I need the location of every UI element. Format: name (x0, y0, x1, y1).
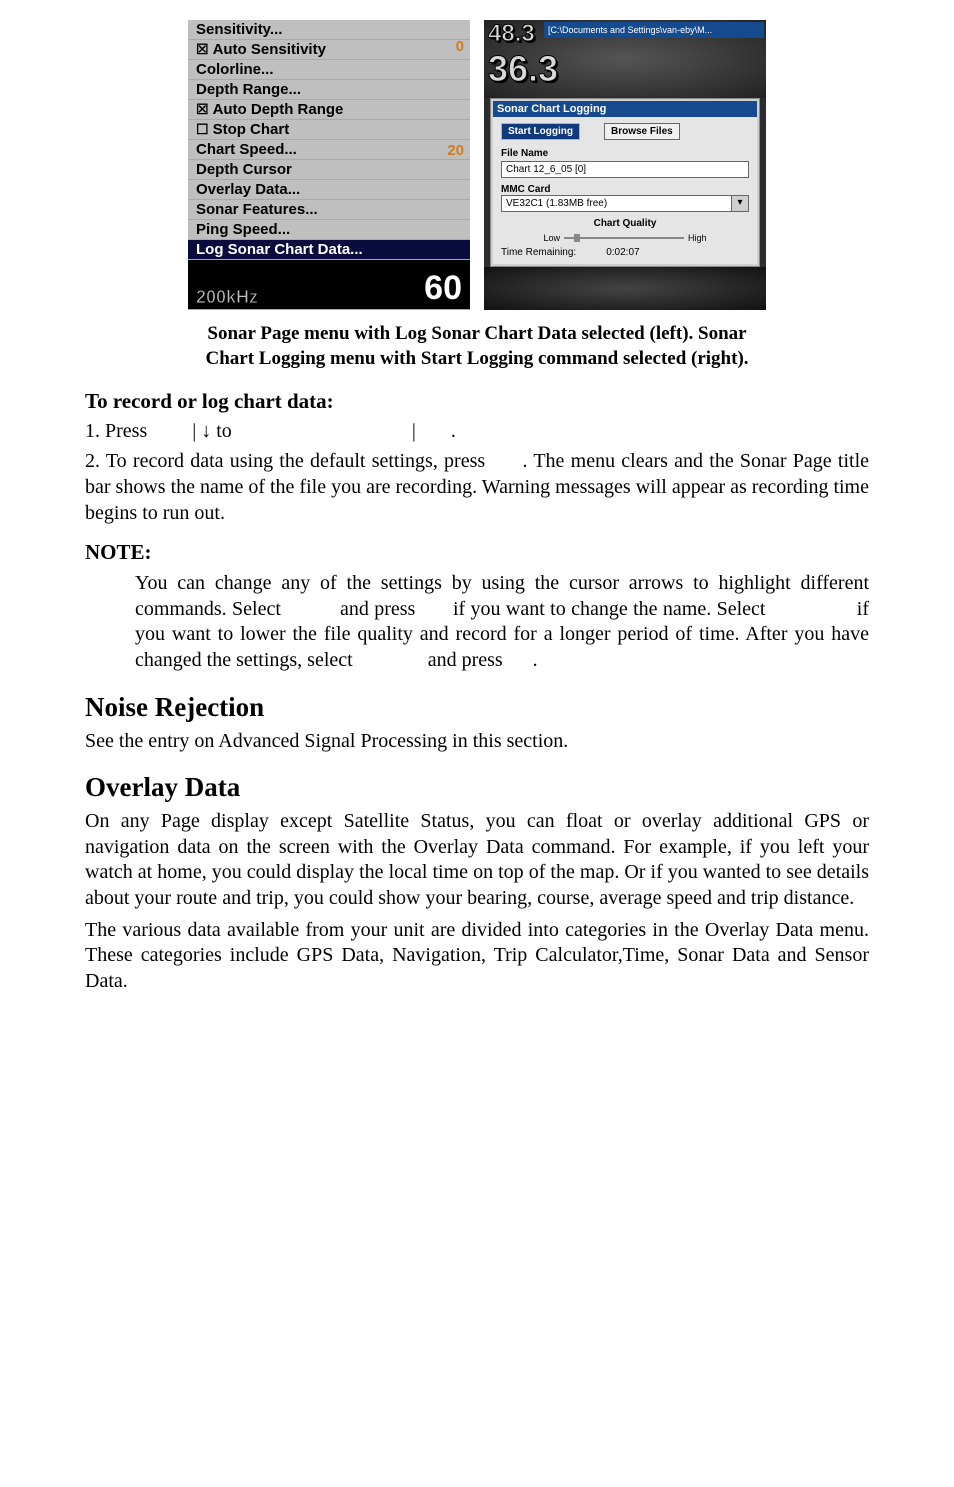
dropdown-arrow-icon[interactable]: ▾ (732, 195, 749, 212)
menu-item-sensitivity[interactable]: Sensitivity... (188, 20, 470, 40)
heading-noise-rejection: Noise Rejection (85, 692, 869, 723)
readout-zero: 0 (456, 38, 464, 55)
paragraph-overlay-2: The various data available from your uni… (85, 918, 869, 995)
menu-item-stop-chart[interactable]: Stop Chart (188, 120, 470, 140)
menu-item-chart-speed[interactable]: Chart Speed...20 (188, 140, 470, 160)
start-logging-button[interactable]: Start Logging (501, 123, 580, 140)
menu-item-overlay-data[interactable]: Overlay Data... (188, 180, 470, 200)
heading-to-record: To record or log chart data: (85, 389, 869, 414)
figure-caption: Sonar Page menu with Log Sonar Chart Dat… (115, 322, 839, 371)
sonar-page-menu: Sensitivity... Auto Sensitivity0 Colorli… (188, 20, 470, 310)
menu-item-depth-range[interactable]: Depth Range... (188, 80, 470, 100)
reading-363: 36.3 (488, 48, 558, 90)
time-remaining-label: Time Remaining: (501, 247, 576, 258)
menu-item-depth-cursor[interactable]: Depth Cursor (188, 160, 470, 180)
sonar-chart-logging-dialog: Sonar Chart Logging Start Logging Browse… (490, 98, 760, 267)
chart-quality-label: Chart Quality (501, 218, 749, 229)
menu-item-auto-sensitivity[interactable]: Auto Sensitivity0 (188, 40, 470, 60)
slider-high-label: High (688, 233, 707, 243)
menu-item-ping-speed[interactable]: Ping Speed... (188, 220, 470, 240)
sonar-bottom-bar: 200kHz 60 (188, 260, 470, 310)
step-1: 1. Press | ↓ to | . (85, 420, 869, 443)
slider-low-label: Low (543, 233, 560, 243)
sonar-background-bottom (484, 267, 766, 310)
menu-item-log-sonar-chart-data[interactable]: Log Sonar Chart Data... (188, 240, 470, 260)
sonar-logging-screenshot: [C:\Documents and Settings\van-eby\M... … (484, 20, 766, 310)
chart-quality-slider[interactable]: Low High (501, 233, 749, 243)
mmc-card-label: MMC Card (501, 184, 749, 195)
note-body: You can change any of the settings by us… (135, 571, 869, 673)
paragraph-noise: See the entry on Advanced Signal Process… (85, 729, 869, 755)
screenshot-pair: Sensitivity... Auto Sensitivity0 Colorli… (85, 20, 869, 310)
window-titlebar: [C:\Documents and Settings\van-eby\M... (544, 22, 764, 38)
file-name-input[interactable]: Chart 12_6_05 [0] (501, 161, 749, 178)
menu-item-sonar-features[interactable]: Sonar Features... (188, 200, 470, 220)
heading-overlay-data: Overlay Data (85, 772, 869, 803)
step-2: 2. To record data using the default sett… (85, 449, 869, 526)
down-arrow-icon: ↓ (201, 420, 211, 442)
browse-files-button[interactable]: Browse Files (604, 123, 680, 140)
frequency-readout: 200kHz (196, 287, 258, 308)
paragraph-overlay-1: On any Page display except Satellite Sta… (85, 809, 869, 911)
mmc-card-select[interactable]: VE32C1 (1.83MB free) (501, 195, 732, 212)
menu-item-auto-depth-range[interactable]: Auto Depth Range (188, 100, 470, 120)
depth-readout: 60 (424, 269, 462, 308)
readout-twenty: 20 (447, 142, 464, 159)
slider-thumb[interactable] (574, 234, 580, 242)
dialog-title: Sonar Chart Logging (493, 101, 757, 117)
time-remaining-value: 0:02:07 (606, 247, 639, 258)
note-block: You can change any of the settings by us… (135, 571, 869, 673)
note-heading: NOTE: (85, 540, 869, 565)
sonar-menu-screenshot: Sensitivity... Auto Sensitivity0 Colorli… (188, 20, 470, 310)
file-name-label: File Name (501, 148, 749, 159)
menu-item-colorline[interactable]: Colorline... (188, 60, 470, 80)
